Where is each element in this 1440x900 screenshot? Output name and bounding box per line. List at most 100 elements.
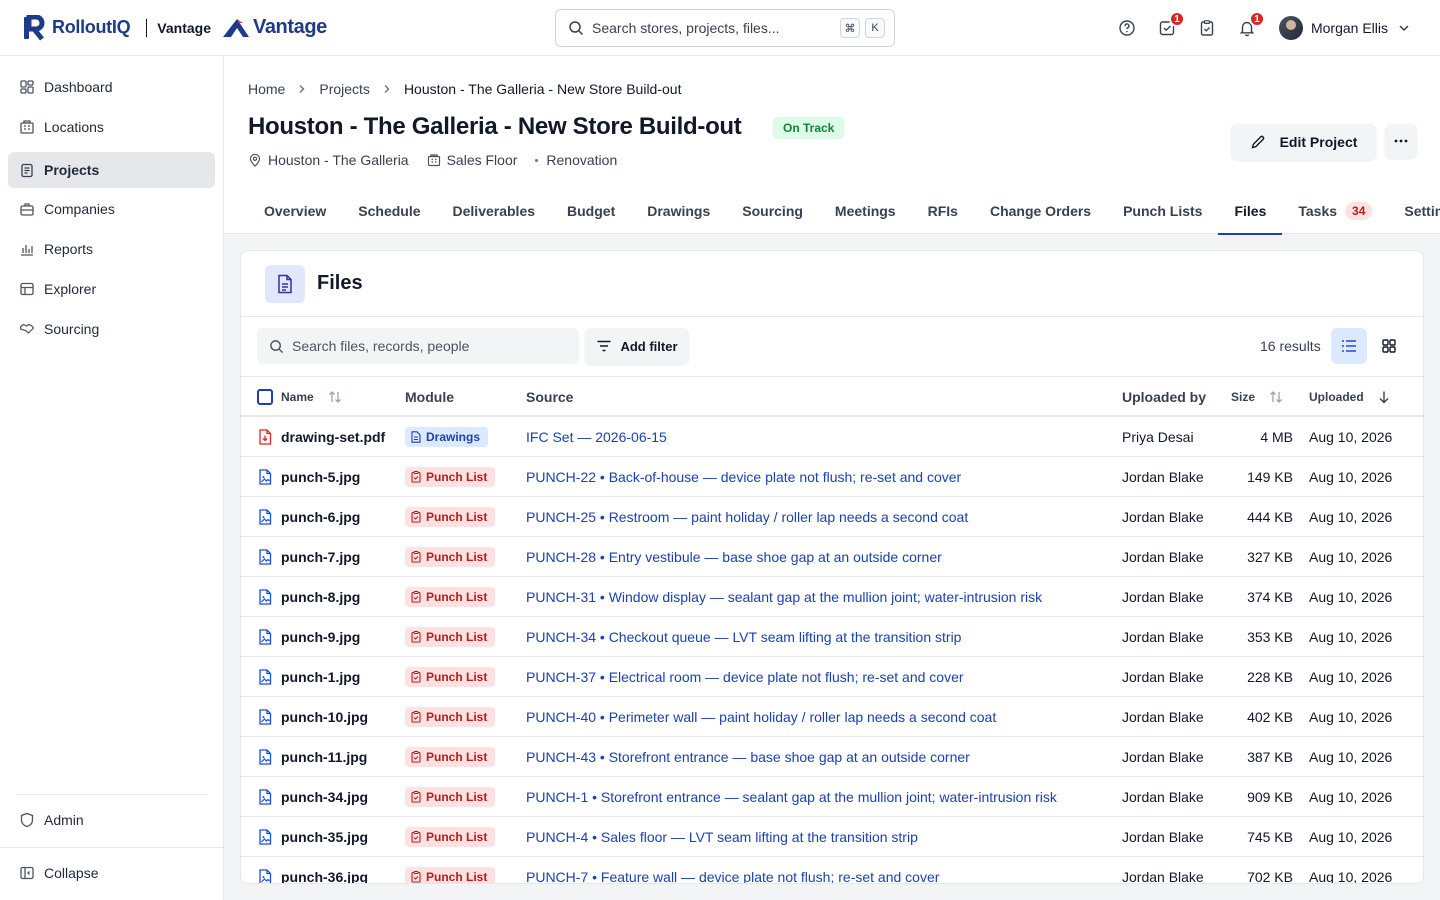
source-link[interactable]: PUNCH-37 • Electrical room — device plat… bbox=[526, 657, 964, 697]
sort-icon[interactable] bbox=[1269, 390, 1283, 404]
column-uploaded[interactable]: Uploaded bbox=[1309, 377, 1390, 417]
tab-change-orders[interactable]: Change Orders bbox=[974, 187, 1107, 234]
tab-rfis[interactable]: RFIs bbox=[912, 187, 974, 234]
file-name-link[interactable]: punch-9.jpg bbox=[281, 617, 360, 657]
table-row[interactable]: punch-36.jpg Punch List PUNCH-7 • Feature … bbox=[241, 857, 1423, 884]
tab-files[interactable]: Files bbox=[1218, 187, 1283, 235]
list-view-button[interactable] bbox=[1331, 328, 1367, 364]
file-name-link[interactable]: punch-6.jpg bbox=[281, 497, 360, 537]
table-row[interactable]: punch-9.jpg Punch List PUNCH-34 • Checkout… bbox=[241, 617, 1423, 657]
edit-project-button[interactable]: Edit Project bbox=[1231, 124, 1376, 160]
uploaded-by: Jordan Blake bbox=[1122, 709, 1204, 725]
handshake-icon bbox=[19, 321, 35, 337]
files-card-header: Files bbox=[241, 251, 1423, 317]
user-menu[interactable]: Morgan Ellis bbox=[1278, 16, 1410, 40]
breadcrumb-home[interactable]: Home bbox=[248, 81, 285, 97]
table-row[interactable]: punch-34.jpg Punch List PUNCH-1 • Storefro… bbox=[241, 777, 1423, 817]
approvals-button[interactable] bbox=[1187, 8, 1227, 48]
table-row[interactable]: punch-35.jpg Punch List PUNCH-4 • Sales fl… bbox=[241, 817, 1423, 857]
global-search-input[interactable]: Search stores, projects, files... ⌘ K bbox=[555, 9, 895, 47]
sidebar-item-locations[interactable]: Locations bbox=[8, 109, 215, 145]
tab-budget[interactable]: Budget bbox=[551, 187, 631, 234]
module-cell: Punch List bbox=[405, 617, 496, 657]
sidebar: Dashboard Locations Projects Companies R… bbox=[0, 56, 224, 900]
grid-view-button[interactable] bbox=[1371, 328, 1407, 364]
file-name-link[interactable]: punch-7.jpg bbox=[281, 537, 360, 577]
module-badge: Drawings bbox=[405, 427, 489, 447]
table-row[interactable]: punch-1.jpg Punch List PUNCH-37 • Electric… bbox=[241, 657, 1423, 697]
sidebar-item-label: Admin bbox=[44, 812, 84, 828]
tab-overview[interactable]: Overview bbox=[248, 187, 342, 234]
source-link[interactable]: PUNCH-4 • Sales floor — LVT seam lifting… bbox=[526, 817, 918, 857]
tab-drawings[interactable]: Drawings bbox=[631, 187, 726, 234]
file-name-link[interactable]: punch-8.jpg bbox=[281, 577, 360, 617]
tab-punch-lists[interactable]: Punch Lists bbox=[1107, 187, 1218, 234]
more-actions-button[interactable] bbox=[1385, 124, 1417, 158]
file-name-link[interactable]: punch-1.jpg bbox=[281, 657, 360, 697]
column-name[interactable]: Name bbox=[281, 377, 342, 417]
table-row[interactable]: punch-10.jpg Punch List PUNCH-40 • Perimet… bbox=[241, 697, 1423, 737]
select-all-checkbox[interactable] bbox=[257, 377, 273, 417]
project-area: Sales Floor bbox=[427, 152, 517, 168]
column-size[interactable]: Size bbox=[1231, 377, 1283, 417]
source-link[interactable]: PUNCH-34 • Checkout queue — LVT seam lif… bbox=[526, 617, 961, 657]
table-row[interactable]: punch-8.jpg Punch List PUNCH-31 • Window d… bbox=[241, 577, 1423, 617]
sidebar-item-admin[interactable]: Admin bbox=[8, 802, 215, 838]
uploaded-by: Jordan Blake bbox=[1122, 829, 1204, 845]
table-row[interactable]: drawing-set.pdf Drawings IFC Set — 2026-06… bbox=[241, 417, 1423, 457]
brand[interactable]: RolloutIQ Vantage Vantage bbox=[0, 0, 327, 56]
breadcrumb-projects[interactable]: Projects bbox=[319, 81, 370, 97]
sidebar-item-projects[interactable]: Projects bbox=[8, 152, 215, 188]
sidebar-item-companies[interactable]: Companies bbox=[8, 191, 215, 227]
source-link[interactable]: PUNCH-28 • Entry vestibule — base shoe g… bbox=[526, 537, 942, 577]
tab-settings[interactable]: Settings bbox=[1388, 187, 1440, 234]
help-button[interactable] bbox=[1107, 8, 1147, 48]
file-name-link[interactable]: punch-10.jpg bbox=[281, 697, 368, 737]
tasks-button[interactable]: 1 bbox=[1147, 8, 1187, 48]
sidebar-item-dashboard[interactable]: Dashboard bbox=[8, 69, 215, 105]
add-filter-button[interactable]: Add filter bbox=[585, 328, 689, 364]
source-link[interactable]: PUNCH-25 • Restroom — paint holiday / ro… bbox=[526, 497, 968, 537]
sidebar-item-sourcing[interactable]: Sourcing bbox=[8, 311, 215, 347]
source-link[interactable]: IFC Set — 2026-06-15 bbox=[526, 417, 667, 457]
file-name-link[interactable]: punch-35.jpg bbox=[281, 817, 368, 857]
sort-desc-icon[interactable] bbox=[1378, 390, 1390, 404]
sidebar-item-reports[interactable]: Reports bbox=[8, 231, 215, 267]
table-row[interactable]: punch-6.jpg Punch List PUNCH-25 • Restroom… bbox=[241, 497, 1423, 537]
source-link[interactable]: PUNCH-22 • Back-of-house — device plate … bbox=[526, 457, 961, 497]
file-size: 745 KB bbox=[1247, 829, 1293, 845]
file-name-link[interactable]: punch-11.jpg bbox=[281, 737, 367, 777]
top-bar: RolloutIQ Vantage Vantage Search stores,… bbox=[0, 0, 1440, 56]
tab-sourcing[interactable]: Sourcing bbox=[726, 187, 819, 234]
sidebar-collapse-button[interactable]: Collapse bbox=[8, 855, 215, 891]
vantage-logo-icon bbox=[223, 18, 249, 37]
bullet-dot bbox=[535, 158, 539, 162]
table-row[interactable]: punch-5.jpg Punch List PUNCH-22 • Back-of-… bbox=[241, 457, 1423, 497]
source-link[interactable]: PUNCH-7 • Feature wall — device plate no… bbox=[526, 857, 939, 883]
tab-deliverables[interactable]: Deliverables bbox=[437, 187, 552, 234]
table-row[interactable]: punch-7.jpg Punch List PUNCH-28 • Entry ve… bbox=[241, 537, 1423, 577]
tab-tasks[interactable]: Tasks 34 bbox=[1282, 187, 1388, 234]
notifications-button[interactable]: 1 bbox=[1227, 8, 1267, 48]
source-link[interactable]: PUNCH-43 • Storefront entrance — base sh… bbox=[526, 737, 970, 777]
upload-date: Aug 10, 2026 bbox=[1309, 589, 1393, 605]
tab-meetings[interactable]: Meetings bbox=[819, 187, 912, 234]
store-icon bbox=[427, 154, 440, 167]
table-row[interactable]: punch-11.jpg Punch List PUNCH-43 • Storefr… bbox=[241, 737, 1423, 777]
file-name-link[interactable]: punch-34.jpg bbox=[281, 777, 368, 817]
sort-icon[interactable] bbox=[328, 390, 342, 404]
file-size: 702 KB bbox=[1247, 869, 1293, 884]
source-link[interactable]: PUNCH-1 • Storefront entrance — sealant … bbox=[526, 777, 1057, 817]
file-name-link[interactable]: punch-36.jpg bbox=[281, 857, 368, 883]
sidebar-divider bbox=[16, 794, 208, 795]
files-search-input[interactable]: Search files, records, people bbox=[257, 328, 579, 364]
module-cell: Punch List bbox=[405, 537, 496, 577]
source-link[interactable]: PUNCH-31 • Window display — sealant gap … bbox=[526, 577, 1042, 617]
tab-schedule[interactable]: Schedule bbox=[342, 187, 436, 234]
file-name-link[interactable]: punch-5.jpg bbox=[281, 457, 360, 497]
sidebar-item-explorer[interactable]: Explorer bbox=[8, 271, 215, 307]
file-name-link[interactable]: drawing-set.pdf bbox=[281, 417, 385, 457]
checkbox[interactable] bbox=[257, 389, 273, 405]
module-badge: Punch List bbox=[405, 627, 496, 647]
source-link[interactable]: PUNCH-40 • Perimeter wall — paint holida… bbox=[526, 697, 996, 737]
